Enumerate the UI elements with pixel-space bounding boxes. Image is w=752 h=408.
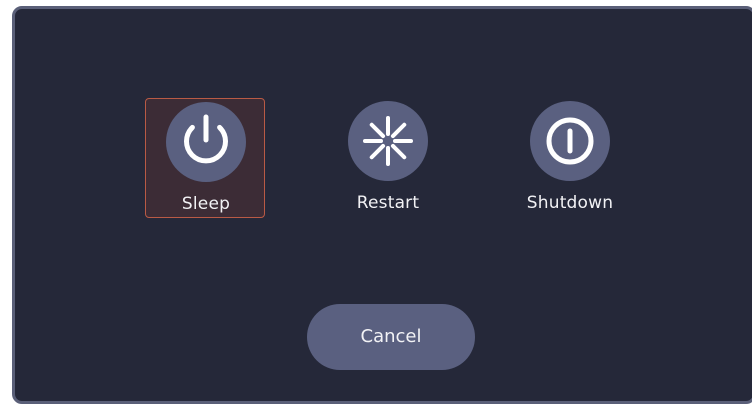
power-dialog: Sleep Restart Shutdown Cancel bbox=[12, 6, 752, 404]
shutdown-label: Shutdown bbox=[526, 193, 614, 213]
cancel-button[interactable]: Cancel bbox=[307, 304, 475, 370]
restart-icon bbox=[348, 101, 428, 181]
restart-option[interactable]: Restart bbox=[328, 98, 448, 218]
shutdown-option[interactable]: Shutdown bbox=[510, 98, 630, 218]
shutdown-icon bbox=[530, 101, 610, 181]
sleep-label: Sleep bbox=[181, 194, 231, 214]
power-icon bbox=[166, 102, 246, 182]
sleep-option[interactable]: Sleep bbox=[145, 98, 265, 218]
restart-label: Restart bbox=[356, 193, 420, 213]
